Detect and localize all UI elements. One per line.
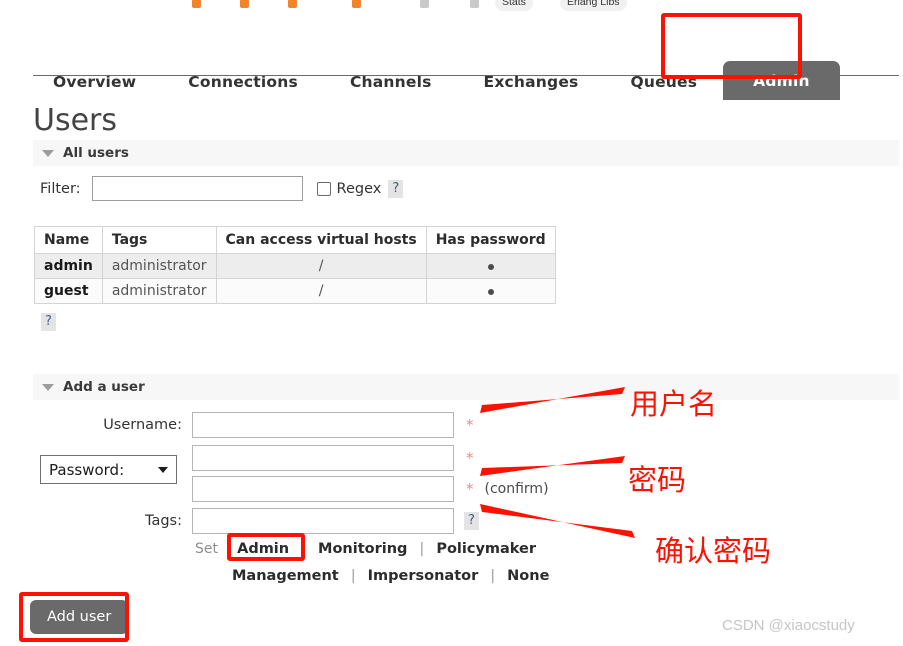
tag-preset-none[interactable]: None: [507, 568, 549, 584]
regex-help-icon[interactable]: ?: [388, 179, 404, 198]
username-row: Username: *: [40, 412, 474, 438]
password-type-select[interactable]: Password:: [40, 455, 177, 484]
nav-tab-channels[interactable]: Channels: [324, 73, 458, 100]
bookmark-favicon-icon: [352, 0, 361, 8]
filter-input[interactable]: [91, 176, 303, 201]
annotation-label-confirm-password: 确认密码: [655, 534, 772, 568]
set-label: Set: [195, 541, 218, 557]
required-marker-password-confirm: *: [466, 480, 474, 498]
nav-tab-admin[interactable]: Admin: [723, 61, 840, 100]
collapse-triangle-icon[interactable]: [42, 383, 54, 391]
bookmark-favicon-icon: [192, 0, 201, 8]
tags-row: Tags: ?: [40, 508, 479, 534]
tag-preset-impersonator[interactable]: Impersonator: [368, 568, 479, 584]
password-input[interactable]: [192, 445, 454, 471]
nav-tab-exchanges[interactable]: Exchanges: [458, 73, 605, 100]
confirm-hint-label: (confirm): [484, 481, 549, 497]
nav-divider: [33, 75, 899, 76]
cell-user-name[interactable]: admin: [34, 253, 103, 279]
tag-separator: |: [301, 541, 306, 557]
tag-preset-policymaker[interactable]: Policymaker: [436, 541, 536, 557]
section-title-all-users: All users: [63, 145, 129, 161]
bookmark-favicon-icon: [470, 0, 479, 8]
users-table-help-icon[interactable]: ?: [41, 313, 56, 331]
table-row[interactable]: admin administrator /: [34, 253, 556, 279]
nav-tab-connections[interactable]: Connections: [162, 73, 324, 100]
watermark: CSDN @xiaocstudy: [722, 617, 855, 634]
cell-user-has-password: [425, 253, 556, 279]
filter-label: Filter:: [40, 180, 81, 197]
tags-input[interactable]: [192, 508, 454, 534]
cell-user-vhosts: /: [215, 278, 427, 304]
bookmark-favicon-icon: [420, 0, 429, 8]
nav-tab-overview[interactable]: Overview: [33, 73, 162, 100]
page-title: Users: [33, 103, 118, 138]
cell-user-name[interactable]: guest: [34, 278, 103, 304]
section-header-all-users[interactable]: All users: [33, 140, 899, 166]
annotation-label-username: 用户名: [630, 387, 718, 421]
nav-tab-list: Overview Connections Channels Exchanges …: [33, 48, 840, 100]
cell-user-tags: administrator: [101, 278, 217, 304]
section-title-add-a-user: Add a user: [63, 379, 145, 395]
rabbitmq-admin-users-page: Stats Erlang Libs Overview Connections C…: [0, 0, 903, 646]
tags-label: Tags:: [145, 513, 182, 529]
password-confirm-input[interactable]: [192, 476, 454, 502]
bookmark-stats[interactable]: Stats: [495, 0, 533, 11]
nav-tab-queues[interactable]: Queues: [604, 73, 723, 100]
required-marker-password: *: [466, 449, 474, 467]
collapse-triangle-icon[interactable]: [42, 149, 54, 157]
has-password-dot-icon: [487, 264, 494, 270]
filter-row: Filter: Regex ?: [40, 176, 404, 201]
regex-checkbox[interactable]: [316, 181, 331, 196]
required-marker-username: *: [466, 416, 474, 434]
table-header-row: Name Tags Can access virtual hosts Has p…: [34, 226, 556, 254]
tags-help-icon[interactable]: ?: [464, 512, 479, 530]
has-password-dot-icon: [487, 289, 494, 295]
username-label: Username:: [103, 417, 182, 433]
column-header-vhosts[interactable]: Can access virtual hosts: [215, 226, 427, 254]
tag-presets-row-1: Set Admin | Monitoring | Policymaker: [195, 538, 536, 557]
bookmark-erlang-libs[interactable]: Erlang Libs: [560, 0, 627, 11]
cell-user-vhosts: /: [215, 253, 427, 279]
tag-preset-admin[interactable]: Admin: [237, 541, 289, 557]
users-table: Name Tags Can access virtual hosts Has p…: [34, 226, 556, 304]
bookmark-favicon-icon: [240, 0, 249, 8]
tag-separator: |: [350, 568, 356, 584]
password-type-select-label: Password:: [49, 460, 125, 479]
browser-bookmark-strip: Stats Erlang Libs: [0, 0, 903, 13]
table-row[interactable]: guest administrator /: [34, 278, 556, 304]
tag-separator: |: [490, 568, 496, 584]
main-navigation: Overview Connections Channels Exchanges …: [0, 24, 903, 100]
cell-user-has-password: [425, 278, 556, 304]
tag-preset-monitoring[interactable]: Monitoring: [318, 541, 407, 557]
tag-presets-row-2: Management | Impersonator | None: [232, 565, 549, 584]
tag-separator: |: [419, 541, 425, 557]
username-input[interactable]: [192, 412, 454, 438]
annotation-label-password: 密码: [628, 463, 687, 497]
bookmark-favicon-icon: [288, 0, 297, 8]
add-user-button[interactable]: Add user: [30, 600, 129, 634]
chevron-down-icon: [158, 466, 168, 473]
column-header-name[interactable]: Name: [34, 226, 103, 254]
tag-preset-management[interactable]: Management: [232, 568, 339, 584]
cell-user-tags: administrator: [101, 253, 217, 279]
section-header-add-a-user[interactable]: Add a user: [33, 374, 899, 400]
regex-label: Regex: [336, 180, 382, 197]
column-header-has-password[interactable]: Has password: [425, 226, 556, 254]
column-header-tags[interactable]: Tags: [101, 226, 217, 254]
